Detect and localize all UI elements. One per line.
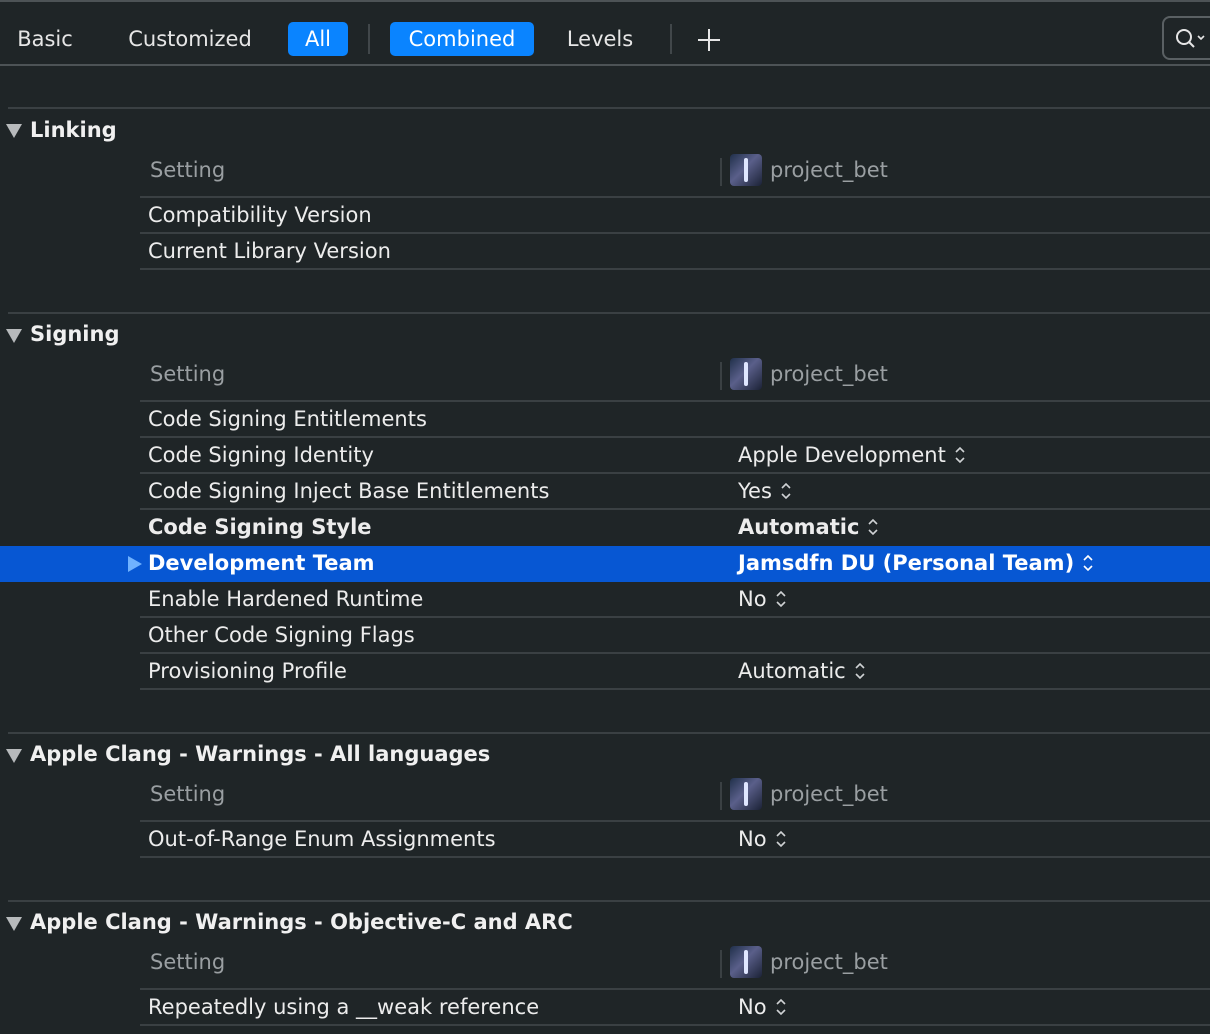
section-title-linking: Linking [30, 118, 117, 142]
setting-value-popup[interactable]: Apple Development [738, 443, 966, 467]
row-divider [140, 472, 1210, 474]
row-divider [140, 196, 1210, 198]
setting-label[interactable]: Enable Hardened Runtime [148, 587, 423, 611]
setting-value-popup[interactable]: No [738, 587, 787, 611]
stepper-chevrons-icon [775, 998, 786, 1016]
setting-value: Yes [738, 479, 772, 503]
disclosure-triangle-icon[interactable] [6, 917, 22, 931]
section-divider [8, 312, 1210, 314]
stepper-chevrons-icon [855, 662, 865, 680]
setting-value: Automatic [738, 515, 860, 539]
project-icon [730, 358, 762, 390]
search-field[interactable] [1162, 16, 1210, 60]
setting-label[interactable]: Repeatedly using a __weak reference [148, 995, 539, 1019]
column-divider [720, 950, 722, 978]
setting-value-popup[interactable]: No [738, 995, 787, 1019]
row-divider [140, 1024, 1210, 1026]
setting-label[interactable]: Compatibility Version [148, 203, 372, 227]
toolbar-divider [670, 24, 672, 54]
setting-value: Automatic [738, 659, 846, 683]
row-divider [140, 436, 1210, 438]
column-header-target: project_bet [770, 158, 888, 182]
stepper-chevrons-icon [775, 590, 786, 608]
row-divider [140, 400, 1210, 402]
disclosure-triangle-icon[interactable] [6, 329, 22, 343]
section-divider [8, 732, 1210, 734]
tab-all[interactable]: All [288, 22, 348, 56]
stepper-chevrons-icon [775, 830, 786, 848]
column-header-setting: Setting [150, 782, 226, 806]
setting-value-popup[interactable]: Automatic [738, 659, 866, 683]
setting-label[interactable]: Code Signing Entitlements [148, 407, 427, 431]
section-title-clang-warnings-objc-arc: Apple Clang - Warnings - Objective-C and… [30, 910, 573, 934]
setting-label[interactable]: Provisioning Profile [148, 659, 347, 683]
stepper-chevrons-icon [868, 518, 878, 536]
stepper-chevrons-icon [1083, 554, 1093, 572]
row-divider [140, 616, 1210, 618]
tab-levels[interactable]: Levels [558, 22, 642, 56]
row-divider [140, 268, 1210, 270]
tab-customized[interactable]: Customized [120, 22, 260, 56]
setting-label[interactable]: Current Library Version [148, 239, 391, 263]
section-divider [8, 107, 1210, 109]
project-icon [730, 154, 762, 186]
setting-value-popup[interactable]: No [738, 827, 787, 851]
setting-label[interactable]: Code Signing Inject Base Entitlements [148, 479, 549, 503]
row-divider [140, 820, 1210, 822]
setting-label[interactable]: Code Signing Identity [148, 443, 374, 467]
row-divider [140, 988, 1210, 990]
section-title-signing: Signing [30, 322, 120, 346]
setting-value: Jamsdfn DU (Personal Team) [738, 551, 1075, 575]
stepper-chevrons-icon [955, 446, 965, 464]
search-icon [1176, 29, 1205, 48]
expand-triangle-icon[interactable] [128, 556, 142, 572]
row-divider [140, 508, 1210, 510]
setting-label[interactable]: Out-of-Range Enum Assignments [148, 827, 496, 851]
tab-combined[interactable]: Combined [390, 22, 534, 56]
column-divider [720, 362, 722, 390]
setting-label[interactable]: Development Team [148, 551, 375, 575]
column-header-target: project_bet [770, 950, 888, 974]
column-divider [720, 158, 722, 186]
plus-icon[interactable] [695, 26, 723, 54]
setting-value: Apple Development [738, 443, 946, 467]
tab-basic[interactable]: Basic [10, 22, 80, 56]
disclosure-triangle-icon[interactable] [6, 749, 22, 763]
project-icon [730, 946, 762, 978]
disclosure-triangle-icon[interactable] [6, 124, 22, 138]
section-title-clang-warnings-all: Apple Clang - Warnings - All languages [30, 742, 491, 766]
column-divider [720, 782, 722, 810]
setting-value: No [738, 587, 767, 611]
setting-value-popup[interactable]: Automatic [738, 515, 879, 539]
row-divider [140, 232, 1210, 234]
column-header-setting: Setting [150, 362, 226, 386]
setting-value-popup[interactable]: Jamsdfn DU (Personal Team) [738, 551, 1094, 575]
column-header-setting: Setting [150, 158, 226, 182]
setting-value: No [738, 827, 767, 851]
section-divider [8, 900, 1210, 902]
setting-value: No [738, 995, 767, 1019]
setting-label[interactable]: Code Signing Style [148, 515, 372, 539]
column-header-target: project_bet [770, 782, 888, 806]
column-header-setting: Setting [150, 950, 226, 974]
setting-label[interactable]: Other Code Signing Flags [148, 623, 415, 647]
project-icon [730, 778, 762, 810]
row-divider [140, 652, 1210, 654]
stepper-chevrons-icon [781, 482, 791, 500]
toolbar-divider [368, 24, 370, 54]
scope-toolbar: Basic Customized All Combined Levels [0, 0, 1210, 66]
setting-value-popup[interactable]: Yes [738, 479, 792, 503]
row-divider [140, 856, 1210, 858]
row-divider [140, 688, 1210, 690]
column-header-target: project_bet [770, 362, 888, 386]
